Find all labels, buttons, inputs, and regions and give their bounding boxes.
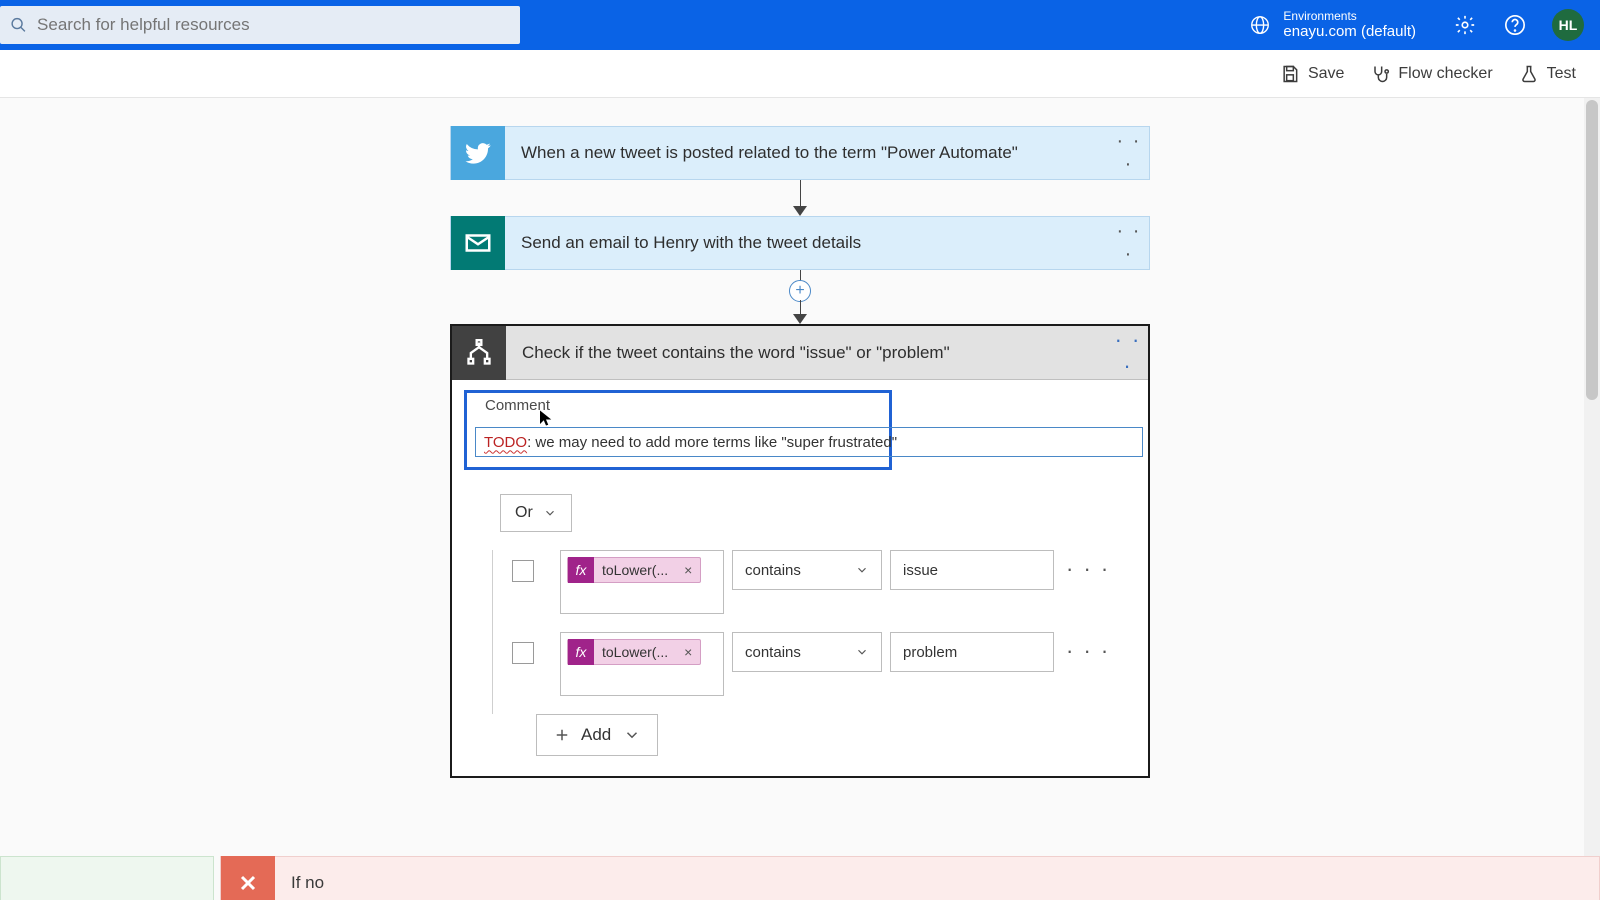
row-more-button[interactable]: · · · <box>1066 638 1110 664</box>
condition-icon <box>452 326 506 380</box>
search-input[interactable] <box>37 15 510 35</box>
fx-icon: fx <box>568 557 594 583</box>
operator-select[interactable]: contains <box>732 550 882 590</box>
stethoscope-icon <box>1370 64 1390 84</box>
cursor-icon <box>537 409 555 432</box>
operator-select[interactable]: contains <box>732 632 882 672</box>
token-remove-button[interactable]: × <box>676 562 700 578</box>
twitter-icon <box>451 126 505 180</box>
comment-area[interactable]: Comment TODO: we may need to add more te… <box>464 390 892 470</box>
chevron-down-icon <box>855 645 869 659</box>
condition-body: Or fx toLower(... × <box>452 480 1148 776</box>
step-more-button[interactable]: · · · <box>1109 130 1149 176</box>
chevron-down-icon <box>855 563 869 577</box>
flow-canvas[interactable]: When a new tweet is posted related to th… <box>0 98 1600 900</box>
environment-picker[interactable]: Environments enayu.com (default) <box>1249 9 1416 41</box>
token-label: toLower(... <box>594 562 676 578</box>
close-icon <box>221 856 275 900</box>
group-operator-label: Or <box>515 504 533 522</box>
left-operand-field[interactable]: fx toLower(... × <box>560 550 724 614</box>
token-label: toLower(... <box>594 644 676 660</box>
test-button[interactable]: Test <box>1519 64 1576 84</box>
row-checkbox[interactable] <box>512 560 534 582</box>
if-no-label: If no <box>275 873 340 893</box>
test-label: Test <box>1547 65 1576 83</box>
left-operand-field[interactable]: fx toLower(... × <box>560 632 724 696</box>
environment-value: enayu.com (default) <box>1283 23 1416 41</box>
fx-icon: fx <box>568 639 594 665</box>
row-more-button[interactable]: · · · <box>1066 556 1110 582</box>
save-button[interactable]: Save <box>1280 64 1344 84</box>
value-input[interactable] <box>890 550 1054 590</box>
mail-icon <box>451 216 505 270</box>
comment-todo-word: TODO <box>484 434 527 451</box>
condition-header[interactable]: Check if the tweet contains the word "is… <box>452 326 1148 380</box>
environment-label: Environments <box>1283 9 1416 23</box>
help-icon <box>1504 14 1526 36</box>
operator-label: contains <box>745 644 801 661</box>
email-title: Send an email to Henry with the tweet de… <box>505 233 1109 253</box>
add-label: Add <box>581 725 611 745</box>
comment-text: : we may need to add more terms like "su… <box>527 434 897 451</box>
value-input[interactable] <box>890 632 1054 672</box>
group-operator-select[interactable]: Or <box>500 494 572 532</box>
globe-icon <box>1249 14 1271 36</box>
chevron-down-icon <box>623 726 641 744</box>
flow-editor-toolbar: Save Flow checker Test <box>0 50 1600 98</box>
expression-token[interactable]: fx toLower(... × <box>567 557 701 583</box>
comment-input[interactable]: TODO: we may need to add more terms like… <box>475 427 1143 457</box>
flow-checker-label: Flow checker <box>1398 65 1492 83</box>
email-step[interactable]: Send an email to Henry with the tweet de… <box>450 216 1150 270</box>
settings-button[interactable] <box>1454 14 1476 36</box>
if-no-branch[interactable]: If no <box>220 856 1600 900</box>
add-condition-button[interactable]: Add <box>536 714 658 756</box>
condition-step: Check if the tweet contains the word "is… <box>450 324 1150 778</box>
save-label: Save <box>1308 65 1344 83</box>
step-more-button[interactable]: · · · <box>1108 327 1148 379</box>
save-icon <box>1280 64 1300 84</box>
user-avatar[interactable]: HL <box>1552 9 1584 41</box>
search-icon <box>10 16 27 34</box>
operator-label: contains <box>745 562 801 579</box>
expression-token[interactable]: fx toLower(... × <box>567 639 701 665</box>
insert-step-button[interactable]: + <box>789 280 811 302</box>
step-more-button[interactable]: · · · <box>1109 220 1149 266</box>
trigger-title: When a new tweet is posted related to th… <box>505 143 1109 163</box>
gear-icon <box>1454 14 1476 36</box>
trigger-step[interactable]: When a new tweet is posted related to th… <box>450 126 1150 180</box>
app-header: Environments enayu.com (default) HL <box>0 0 1600 50</box>
help-button[interactable] <box>1504 14 1526 36</box>
condition-row: fx toLower(... × contains · · · <box>512 550 1122 614</box>
row-checkbox[interactable] <box>512 642 534 664</box>
plus-icon <box>553 726 571 744</box>
chevron-down-icon <box>543 506 557 520</box>
flask-icon <box>1519 64 1539 84</box>
if-yes-branch[interactable] <box>0 856 214 900</box>
token-remove-button[interactable]: × <box>676 644 700 660</box>
connector-with-insert: + <box>0 270 1600 324</box>
condition-row: fx toLower(... × contains · · · <box>512 632 1122 696</box>
flow-checker-button[interactable]: Flow checker <box>1370 64 1492 84</box>
condition-title: Check if the tweet contains the word "is… <box>506 343 1108 363</box>
global-search[interactable] <box>0 6 520 44</box>
connector-arrow <box>0 180 1600 216</box>
